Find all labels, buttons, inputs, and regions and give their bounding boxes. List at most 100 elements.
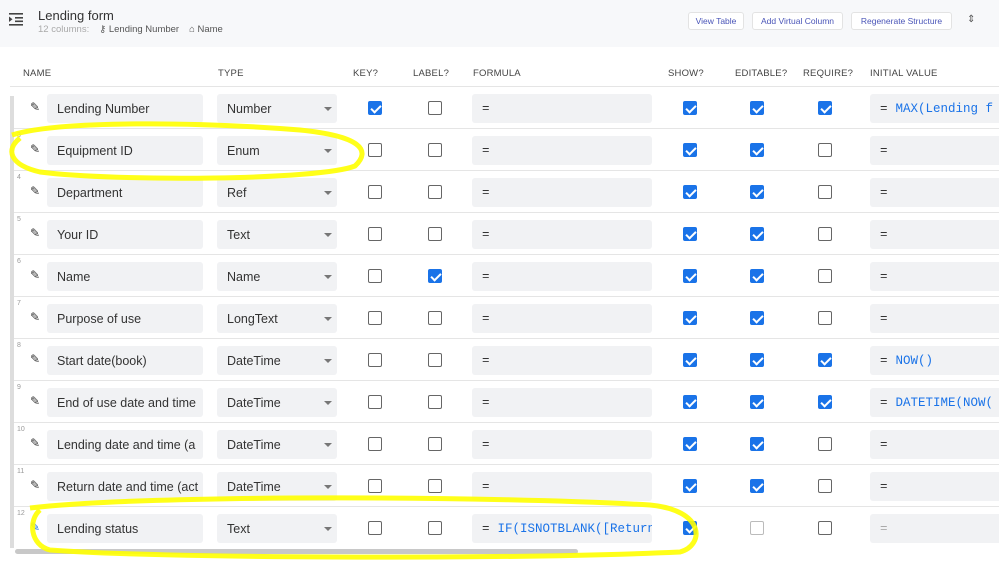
vertical-scrollbar[interactable]: [10, 96, 14, 548]
formula-input[interactable]: =: [472, 388, 652, 417]
column-type-select[interactable]: Text: [217, 514, 337, 543]
show-checkbox[interactable]: [683, 101, 697, 115]
editable-checkbox[interactable]: [750, 143, 764, 157]
initial-value-input[interactable]: =: [870, 178, 999, 207]
formula-input[interactable]: =: [472, 262, 652, 291]
show-checkbox[interactable]: [683, 353, 697, 367]
show-checkbox[interactable]: [683, 143, 697, 157]
initial-value-input[interactable]: =: [870, 220, 999, 249]
initial-value-input[interactable]: = MAX(Lending f: [870, 94, 999, 123]
key-checkbox[interactable]: [368, 269, 382, 283]
formula-input[interactable]: =: [472, 346, 652, 375]
require-checkbox[interactable]: [818, 521, 832, 535]
formula-input[interactable]: =: [472, 220, 652, 249]
require-checkbox[interactable]: [818, 143, 832, 157]
label-checkbox[interactable]: [428, 227, 442, 241]
label-checkbox[interactable]: [428, 395, 442, 409]
require-checkbox[interactable]: [818, 479, 832, 493]
column-name-input[interactable]: Lending date and time (a: [47, 430, 203, 459]
formula-input[interactable]: =: [472, 430, 652, 459]
show-checkbox[interactable]: [683, 185, 697, 199]
column-name-input[interactable]: End of use date and time: [47, 388, 203, 417]
label-checkbox[interactable]: [428, 479, 442, 493]
formula-input[interactable]: =: [472, 136, 652, 165]
require-checkbox[interactable]: [818, 437, 832, 451]
label-checkbox[interactable]: [428, 269, 442, 283]
label-checkbox[interactable]: [428, 353, 442, 367]
editable-checkbox[interactable]: [750, 101, 764, 115]
show-checkbox[interactable]: [683, 521, 697, 535]
initial-value-input[interactable]: =: [870, 472, 999, 501]
column-type-select[interactable]: Name: [217, 262, 337, 291]
editable-checkbox[interactable]: [750, 227, 764, 241]
pencil-edit-icon[interactable]: ✎: [30, 310, 40, 324]
initial-value-input[interactable]: =: [870, 514, 999, 543]
require-checkbox[interactable]: [818, 353, 832, 367]
label-checkbox[interactable]: [428, 521, 442, 535]
editable-checkbox[interactable]: [750, 395, 764, 409]
show-checkbox[interactable]: [683, 479, 697, 493]
pencil-edit-icon[interactable]: ✎: [30, 394, 40, 408]
label-checkbox[interactable]: [428, 437, 442, 451]
editable-checkbox[interactable]: [750, 311, 764, 325]
column-type-select[interactable]: DateTime: [217, 346, 337, 375]
initial-value-input[interactable]: =: [870, 430, 999, 459]
column-type-select[interactable]: LongText: [217, 304, 337, 333]
show-checkbox[interactable]: [683, 269, 697, 283]
formula-input[interactable]: =: [472, 178, 652, 207]
pencil-edit-icon[interactable]: ✎: [30, 352, 40, 366]
initial-value-input[interactable]: =: [870, 262, 999, 291]
pencil-edit-icon[interactable]: ✎: [30, 100, 40, 114]
formula-input[interactable]: =: [472, 304, 652, 333]
key-checkbox[interactable]: [368, 437, 382, 451]
expand-collapse-icon[interactable]: ⇕: [967, 14, 975, 25]
editable-checkbox[interactable]: [750, 521, 764, 535]
label-checkbox[interactable]: [428, 143, 442, 157]
pencil-edit-icon[interactable]: ✎: [30, 520, 40, 534]
key-checkbox[interactable]: [368, 521, 382, 535]
pencil-edit-icon[interactable]: ✎: [30, 226, 40, 240]
column-type-select[interactable]: DateTime: [217, 430, 337, 459]
key-checkbox[interactable]: [368, 395, 382, 409]
label-checkbox[interactable]: [428, 311, 442, 325]
editable-checkbox[interactable]: [750, 437, 764, 451]
regenerate-structure-button[interactable]: Regenerate Structure: [851, 12, 952, 30]
show-checkbox[interactable]: [683, 395, 697, 409]
editable-checkbox[interactable]: [750, 269, 764, 283]
initial-value-input[interactable]: =: [870, 136, 999, 165]
show-checkbox[interactable]: [683, 311, 697, 325]
label-checkbox[interactable]: [428, 185, 442, 199]
column-name-input[interactable]: Department: [47, 178, 203, 207]
label-checkbox[interactable]: [428, 101, 442, 115]
show-checkbox[interactable]: [683, 227, 697, 241]
pencil-edit-icon[interactable]: ✎: [30, 184, 40, 198]
column-type-select[interactable]: Enum: [217, 136, 337, 165]
editable-checkbox[interactable]: [750, 479, 764, 493]
key-checkbox[interactable]: [368, 479, 382, 493]
formula-input[interactable]: =: [472, 472, 652, 501]
collapse-menu-icon[interactable]: [9, 12, 23, 26]
initial-value-input[interactable]: =: [870, 304, 999, 333]
column-name-input[interactable]: Lending status: [47, 514, 203, 543]
key-checkbox[interactable]: [368, 353, 382, 367]
pencil-edit-icon[interactable]: ✎: [30, 436, 40, 450]
horizontal-scrollbar[interactable]: [15, 549, 578, 554]
formula-input[interactable]: =: [472, 94, 652, 123]
show-checkbox[interactable]: [683, 437, 697, 451]
add-virtual-column-button[interactable]: Add Virtual Column: [752, 12, 843, 30]
initial-value-input[interactable]: = DATETIME(NOW(: [870, 388, 999, 417]
key-checkbox[interactable]: [368, 143, 382, 157]
key-checkbox[interactable]: [368, 185, 382, 199]
pencil-edit-icon[interactable]: ✎: [30, 142, 40, 156]
require-checkbox[interactable]: [818, 227, 832, 241]
editable-checkbox[interactable]: [750, 353, 764, 367]
view-table-button[interactable]: View Table: [688, 12, 744, 30]
column-type-select[interactable]: Ref: [217, 178, 337, 207]
column-type-select[interactable]: Text: [217, 220, 337, 249]
column-name-input[interactable]: Lending Number: [47, 94, 203, 123]
column-name-input[interactable]: Return date and time (act: [47, 472, 203, 501]
require-checkbox[interactable]: [818, 311, 832, 325]
column-type-select[interactable]: DateTime: [217, 472, 337, 501]
require-checkbox[interactable]: [818, 101, 832, 115]
column-name-input[interactable]: Equipment ID: [47, 136, 203, 165]
